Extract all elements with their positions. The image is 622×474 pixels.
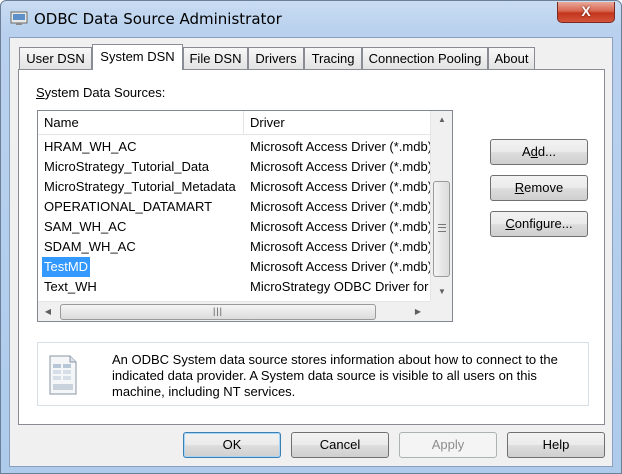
odbc-admin-window: ODBC Data Source Administrator X User DS… [0, 0, 622, 474]
list-item[interactable]: Text_WHMicroStrategy ODBC Driver for Tex… [38, 277, 430, 297]
scroll-down-icon[interactable]: ▼ [431, 283, 452, 301]
close-button[interactable]: X [557, 2, 615, 23]
add-button[interactable]: Add... [490, 139, 588, 165]
window-title: ODBC Data Source Administrator [34, 10, 282, 28]
scroll-up-icon[interactable]: ▲ [431, 111, 452, 129]
list-item[interactable]: SDAM_WH_AC Microsoft Access Driver (*.mdb… [38, 237, 430, 257]
vertical-scrollbar[interactable]: ▲ ▼ [430, 111, 452, 301]
cancel-button[interactable]: Cancel [291, 432, 389, 458]
help-button[interactable]: Help [507, 432, 605, 458]
list-item[interactable]: MicroStrategy_Tutorial_Metadata Microsoft… [38, 177, 430, 197]
column-header-name[interactable]: Name [38, 111, 244, 135]
horizontal-scrollbar[interactable]: ◀ ||| ▶ [38, 301, 430, 321]
list-item[interactable]: MicroStrategy_Tutorial_Data Microsoft Acc… [38, 157, 430, 177]
tab-connection-pooling[interactable]: Connection Pooling [362, 47, 488, 69]
scroll-right-icon[interactable]: ▶ [408, 303, 428, 321]
odbc-app-icon [10, 11, 28, 25]
list-item[interactable]: HRAM_WH_AC Microsoft Access Driver (*.mdb… [38, 137, 430, 157]
configure-button[interactable]: Configure... [490, 211, 588, 237]
vertical-scroll-thumb[interactable] [433, 181, 450, 277]
remove-button[interactable]: Remove [490, 175, 588, 201]
tab-user-dsn[interactable]: User DSN [19, 47, 92, 69]
data-source-document-icon [49, 355, 77, 395]
dialog-body: User DSN System DSN File DSN Drivers Tra… [9, 37, 613, 467]
system-data-sources-label: System Data Sources: [36, 85, 166, 100]
tab-about[interactable]: About [488, 47, 535, 69]
grip-icon [438, 224, 446, 232]
scroll-corner [430, 301, 452, 321]
tab-file-dsn[interactable]: File DSN [183, 47, 248, 69]
list-item-selected[interactable]: TestMD Microsoft Access Driver (*.mdb) [38, 257, 430, 277]
tab-drivers[interactable]: Drivers [248, 47, 304, 69]
scroll-left-icon[interactable]: ◀ [38, 303, 58, 321]
close-icon: X [581, 3, 591, 19]
column-header-driver[interactable]: Driver [244, 111, 430, 135]
data-source-rows: HRAM_WH_AC Microsoft Access Driver (*.mdb… [38, 137, 430, 297]
tab-tracing[interactable]: Tracing [304, 47, 362, 69]
system-dsn-panel: System Data Sources: Name Driver HRAM_WH… [18, 69, 605, 425]
info-description: An ODBC System data source stores inform… [112, 352, 558, 399]
list-item[interactable]: OPERATIONAL_DATAMART Microsoft Access Dri… [38, 197, 430, 217]
info-box: An ODBC System data source stores inform… [37, 342, 589, 406]
data-sources-list[interactable]: Name Driver HRAM_WH_AC Microsoft Access D… [37, 110, 453, 322]
horizontal-scroll-thumb[interactable]: ||| [60, 304, 376, 320]
tab-system-dsn[interactable]: System DSN [92, 44, 183, 70]
title-bar[interactable]: ODBC Data Source Administrator X [1, 1, 621, 37]
list-item[interactable]: SAM_WH_AC Microsoft Access Driver (*.mdb) [38, 217, 430, 237]
apply-button[interactable]: Apply [399, 432, 497, 458]
ok-button[interactable]: OK [183, 432, 281, 458]
